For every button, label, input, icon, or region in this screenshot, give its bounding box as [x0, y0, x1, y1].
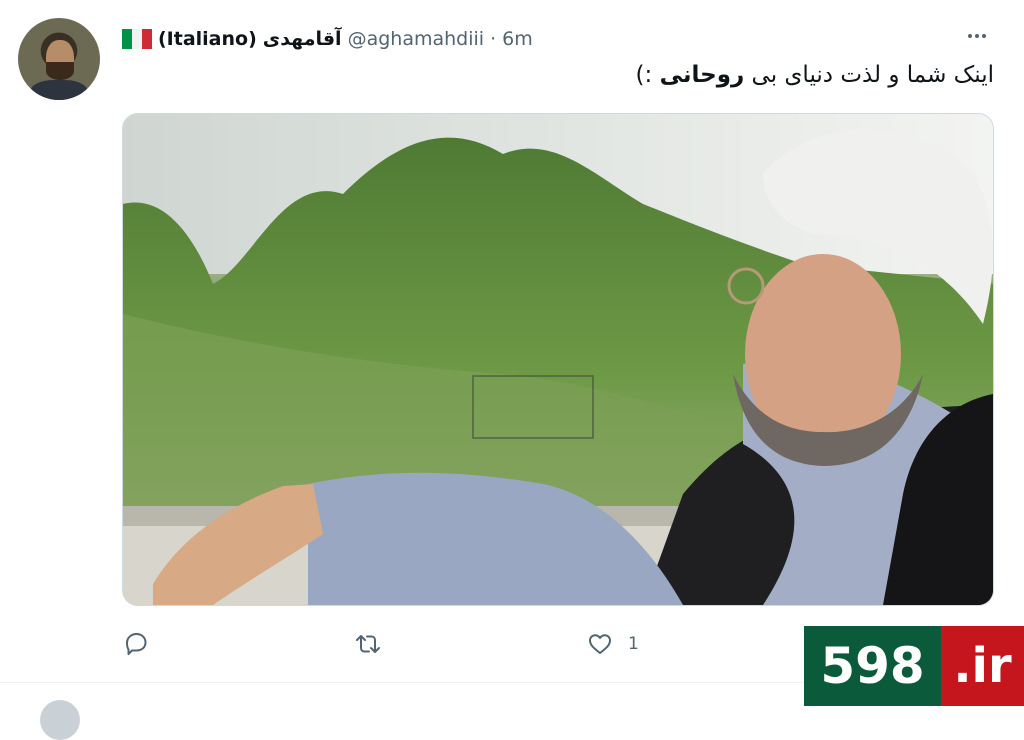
tweet[interactable]: (Italiano) آقامهدی @aghamahdiii · 6m این…: [0, 0, 1024, 740]
site-watermark: 598 .ir: [804, 626, 1024, 706]
header-separator: ·: [490, 28, 497, 50]
avatar-shoulders: [30, 80, 88, 100]
tweet-text-bold: روحانی: [659, 62, 745, 88]
display-name-latin[interactable]: (Italiano): [158, 28, 257, 50]
italy-flag-icon: [122, 29, 152, 49]
photo-illustration: [123, 114, 993, 605]
author-handle[interactable]: @aghamahdiii: [348, 28, 484, 50]
reply-icon: [126, 633, 147, 655]
display-name-persian[interactable]: آقامهدی: [263, 28, 342, 50]
reply-button[interactable]: [122, 624, 150, 664]
watermark-number: 598: [804, 626, 941, 706]
tweet-text-prefix: اینک شما و لذت دنیای بی: [744, 62, 994, 88]
tweet-image[interactable]: [122, 113, 994, 606]
retweet-button[interactable]: [354, 624, 382, 664]
tweet-actions: 1: [122, 624, 682, 664]
retweet-icon: [356, 635, 380, 653]
like-count: 1: [628, 634, 639, 654]
tweet-text-suffix: :): [635, 62, 660, 88]
watermark-tld: .ir: [941, 626, 1024, 706]
tweet-header: (Italiano) آقامهدی @aghamahdiii · 6m: [122, 24, 533, 54]
avatar[interactable]: [18, 18, 100, 100]
like-button[interactable]: 1: [586, 624, 639, 664]
tweet-timestamp[interactable]: 6m: [502, 28, 533, 50]
heart-icon: [589, 634, 611, 654]
avatar-beard: [46, 62, 74, 80]
next-tweet-avatar[interactable]: [40, 700, 80, 740]
tweet-text: اینک شما و لذت دنیای بی روحانی :): [636, 62, 994, 88]
more-options-icon[interactable]: [962, 24, 992, 48]
